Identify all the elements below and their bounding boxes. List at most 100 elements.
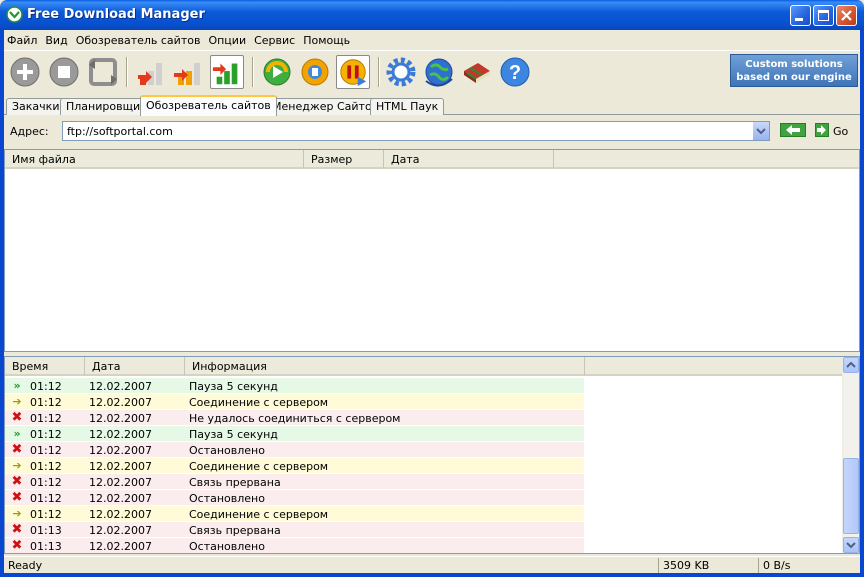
refresh-arrows-icon xyxy=(89,58,117,86)
log-header-time[interactable]: Время xyxy=(5,357,85,376)
download-low-icon xyxy=(138,63,162,85)
error-x-icon: ✖ xyxy=(11,538,23,553)
menu-file[interactable]: Файл xyxy=(4,34,40,47)
file-list[interactable]: Имя файла Размер Дата xyxy=(4,149,860,352)
go-label[interactable]: Go xyxy=(833,125,848,138)
scroll-down-button[interactable] xyxy=(843,537,859,553)
traffic-high-button[interactable] xyxy=(210,55,244,89)
address-dropdown-button[interactable] xyxy=(752,122,769,140)
globe-icon xyxy=(425,58,453,87)
toolbar-separator xyxy=(378,57,380,87)
log-row[interactable]: ➔ 01:12 12.02.2007 Соединение с сервером xyxy=(5,394,584,410)
chevron-down-icon xyxy=(756,128,766,135)
update-button[interactable] xyxy=(298,55,332,89)
log-header-date[interactable]: Дата xyxy=(85,357,185,376)
log-time: 01:12 xyxy=(30,492,62,505)
arrow-right-icon: ➔ xyxy=(12,459,22,472)
log-date: 12.02.2007 xyxy=(89,380,152,393)
tab-downloads[interactable]: Закачки xyxy=(6,98,66,115)
menu-options[interactable]: Опции xyxy=(205,34,249,47)
minimize-button[interactable] xyxy=(790,5,811,26)
tab-site-manager[interactable]: Менеджер Сайтов xyxy=(266,98,385,115)
menu-view[interactable]: Вид xyxy=(42,34,70,47)
log-row[interactable]: ✖ 01:12 12.02.2007 Не удалось соединиться с… xyxy=(5,410,584,426)
scroll-up-button[interactable] xyxy=(843,357,859,373)
address-label: Адрес: xyxy=(10,125,49,138)
log-date: 12.02.2007 xyxy=(89,476,152,489)
help-book-button[interactable] xyxy=(460,55,494,89)
window-border-right xyxy=(860,30,864,577)
window-border-bottom xyxy=(0,573,864,577)
custom-solutions-banner[interactable]: Custom solutions based on our engine xyxy=(730,54,858,87)
go-button[interactable] xyxy=(815,123,829,137)
error-x-icon: ✖ xyxy=(11,522,23,537)
help-button[interactable]: ? xyxy=(498,55,532,89)
scroll-thumb[interactable] xyxy=(843,458,859,534)
log-row[interactable]: » 01:12 12.02.2007 Пауза 5 секунд xyxy=(5,378,584,394)
error-x-icon: ✖ xyxy=(11,474,23,489)
menu-service[interactable]: Сервис xyxy=(251,34,298,47)
update-icon xyxy=(301,58,329,86)
log-message: Соединение с сервером xyxy=(189,460,329,473)
tab-html-spider[interactable]: HTML Паук xyxy=(370,98,445,115)
status-traffic: 3509 KB xyxy=(658,558,758,573)
close-button[interactable] xyxy=(836,5,857,26)
download-medium-icon xyxy=(174,63,200,85)
log-message: Остановлено xyxy=(189,540,265,553)
site-manager-button[interactable] xyxy=(422,55,456,89)
log-row[interactable]: » 01:12 12.02.2007 Пауза 5 секунд xyxy=(5,426,584,442)
log-scrollbar[interactable] xyxy=(842,357,859,553)
log-message: Связь прервана xyxy=(189,524,281,537)
log-panel[interactable]: Время Дата Информация » 01:12 12.02.2007 Па… xyxy=(4,356,860,554)
column-header-size[interactable]: Размер xyxy=(304,150,384,169)
log-row[interactable]: ✖ 01:12 12.02.2007 Остановлено xyxy=(5,442,584,458)
log-date: 12.02.2007 xyxy=(89,508,152,521)
traffic-low-button[interactable] xyxy=(134,55,168,89)
svg-text:?: ? xyxy=(509,62,521,84)
log-row[interactable]: ✖ 01:12 12.02.2007 Связь прервана xyxy=(5,474,584,490)
stop-button[interactable] xyxy=(47,55,81,89)
menu-site-explorer[interactable]: Обозреватель сайтов xyxy=(73,34,204,47)
arrow-right-icon: ➔ xyxy=(12,507,22,520)
menu-help[interactable]: Помощь xyxy=(300,34,353,47)
maximize-icon xyxy=(818,10,829,21)
pause-all-icon xyxy=(340,59,367,87)
log-date: 12.02.2007 xyxy=(89,428,152,441)
toolbar-separator xyxy=(126,57,128,87)
add-download-button[interactable] xyxy=(8,55,42,89)
toolbar: ? Custom solutions based on our engine xyxy=(4,50,860,94)
column-header-filler xyxy=(554,150,859,169)
tab-site-explorer[interactable]: Обозреватель сайтов xyxy=(140,95,277,116)
pause-all-button[interactable] xyxy=(336,55,370,89)
settings-button[interactable] xyxy=(384,55,418,89)
log-row[interactable]: ➔ 01:12 12.02.2007 Соединение с сервером xyxy=(5,458,584,474)
double-chevron-right-icon: » xyxy=(13,427,21,440)
log-row[interactable]: ➔ 01:12 12.02.2007 Соединение с сервером xyxy=(5,506,584,522)
restart-button[interactable] xyxy=(86,55,120,89)
maximize-button[interactable] xyxy=(813,5,834,26)
back-button[interactable] xyxy=(780,123,806,137)
log-row[interactable]: ✖ 01:13 12.02.2007 Остановлено xyxy=(5,538,584,553)
address-combobox[interactable]: ftp://softportal.com xyxy=(62,121,770,141)
log-row[interactable]: ✖ 01:12 12.02.2007 Остановлено xyxy=(5,490,584,506)
log-header-info[interactable]: Информация xyxy=(185,357,585,376)
settings-gear-icon xyxy=(386,57,416,87)
log-date: 12.02.2007 xyxy=(89,412,152,425)
log-header-filler xyxy=(585,357,844,376)
log-message: Соединение с сервером xyxy=(189,508,329,521)
log-date: 12.02.2007 xyxy=(89,460,152,473)
column-header-date[interactable]: Дата xyxy=(384,150,554,169)
start-all-button[interactable] xyxy=(260,55,294,89)
log-time: 01:12 xyxy=(30,508,62,521)
log-message: Остановлено xyxy=(189,444,265,457)
log-row[interactable]: ✖ 01:13 12.02.2007 Связь прервана xyxy=(5,522,584,538)
traffic-medium-button[interactable] xyxy=(172,55,206,89)
chevron-up-icon xyxy=(846,361,856,368)
address-input[interactable]: ftp://softportal.com xyxy=(67,125,173,138)
tab-scheduler[interactable]: Планировщик xyxy=(60,98,153,115)
arrow-right-icon xyxy=(815,123,829,137)
log-message: Остановлено xyxy=(189,492,265,505)
tab-strip: Закачки Планировщик Обозреватель сайтов … xyxy=(4,95,860,116)
column-header-filename[interactable]: Имя файла xyxy=(5,150,304,169)
log-date: 12.02.2007 xyxy=(89,524,152,537)
